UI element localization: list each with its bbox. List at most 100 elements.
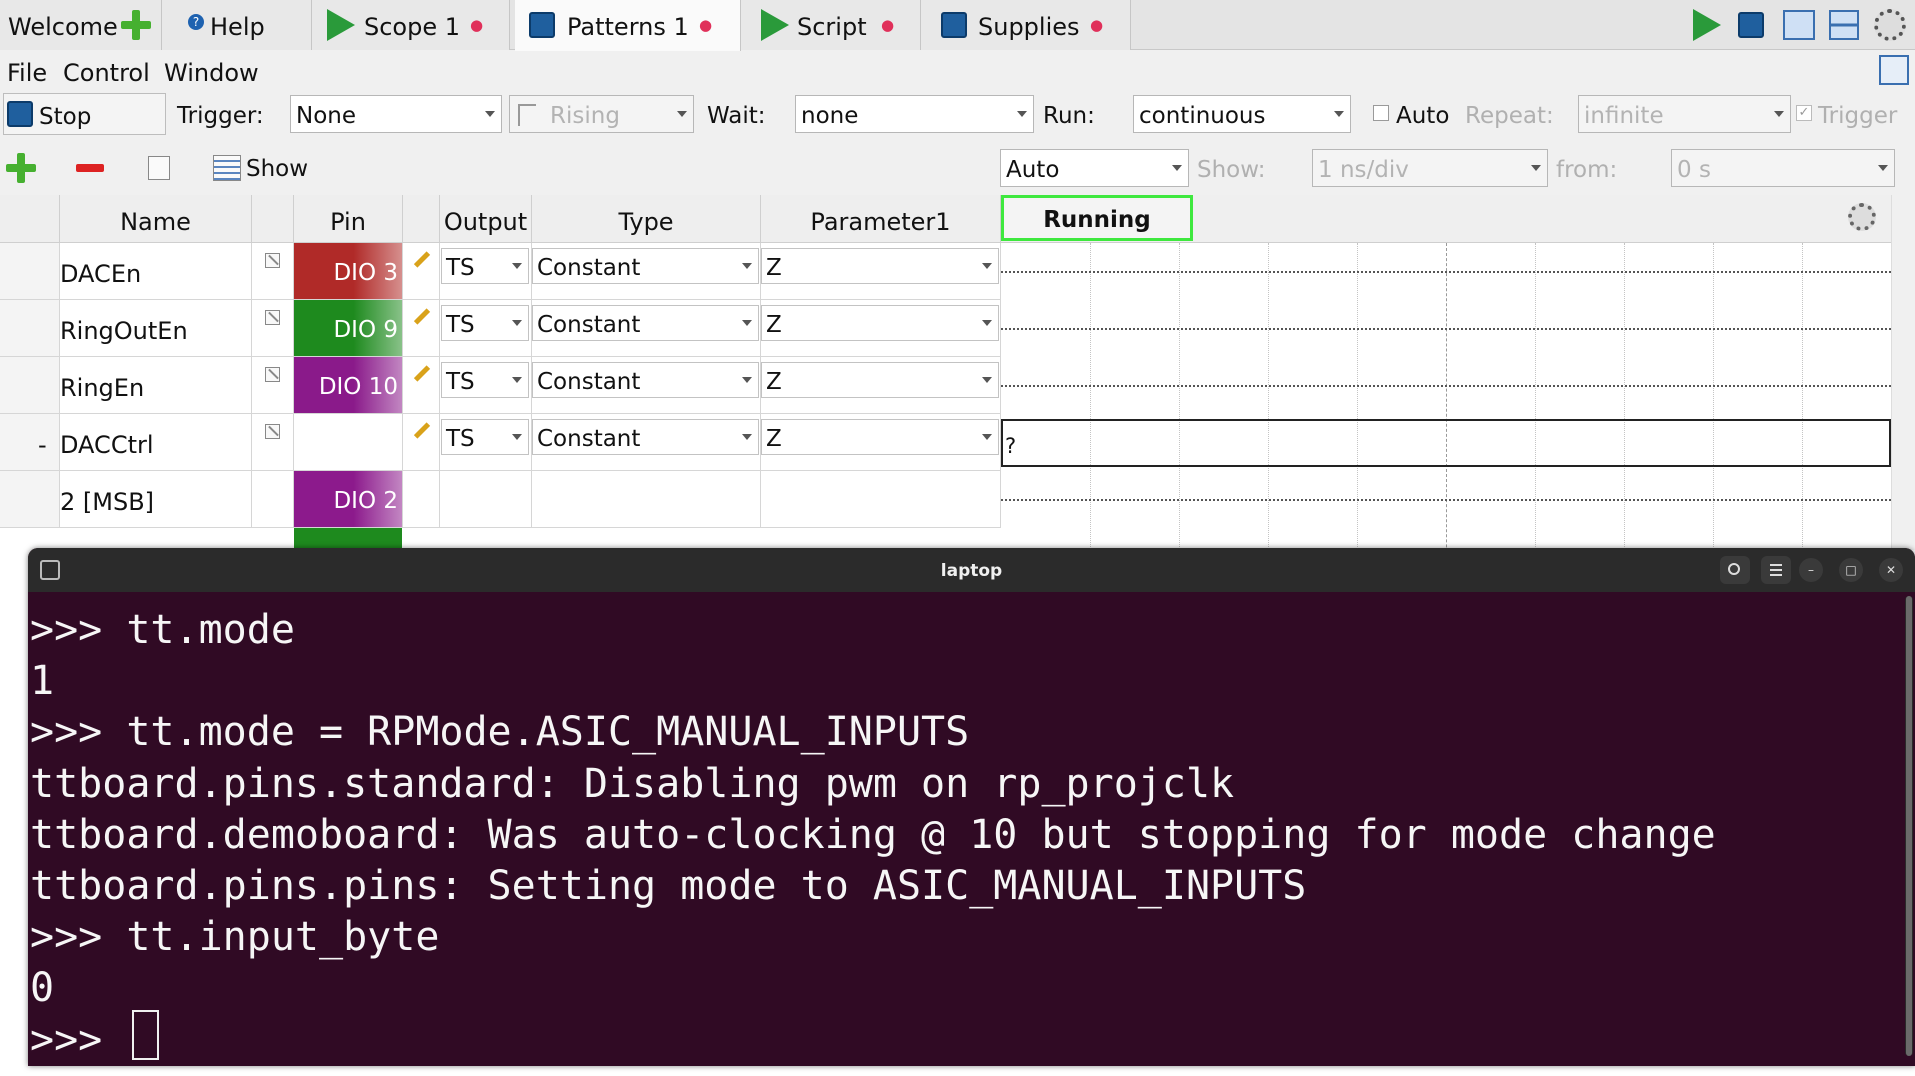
param-cell[interactable]: Z — [761, 414, 1001, 471]
auto-checkbox[interactable] — [1373, 105, 1389, 121]
param-cell[interactable]: Z — [761, 300, 1001, 357]
output-select[interactable]: TS — [441, 305, 529, 341]
row-expander[interactable]: - — [0, 414, 60, 471]
timebase-select[interactable]: 1 ns/div — [1312, 149, 1548, 187]
row-expander[interactable] — [0, 300, 60, 357]
remove-signal-icon[interactable] — [76, 164, 104, 172]
run-all-icon[interactable] — [1693, 9, 1721, 41]
signal-name-cell[interactable]: RingEn — [60, 357, 252, 414]
menu-file[interactable]: File — [7, 59, 47, 87]
edge-select[interactable]: Rising — [509, 95, 694, 133]
close-icon[interactable]: ✕ — [1879, 558, 1903, 582]
type-cell[interactable]: Constant — [532, 414, 761, 471]
table-row[interactable]: 2 [MSB] DIO 2 — [0, 471, 1001, 528]
hamburger-menu-icon[interactable] — [1761, 556, 1791, 584]
bus-waveform[interactable]: ? — [1001, 419, 1891, 467]
edit-name-icon[interactable] — [265, 424, 280, 439]
signal-waveform[interactable] — [1001, 385, 1891, 387]
tile-windows-icon[interactable] — [1829, 10, 1859, 40]
table-row[interactable]: RingOutEn DIO 9 TS Constant Z — [0, 300, 1001, 357]
menu-control[interactable]: Control — [63, 59, 150, 87]
show-label[interactable]: Show — [246, 156, 308, 182]
close-icon[interactable]: ● — [1090, 16, 1103, 34]
pin-edit-cell[interactable] — [403, 357, 440, 414]
row-expander[interactable] — [0, 243, 60, 300]
minimize-icon[interactable]: – — [1799, 558, 1823, 582]
pin-cell[interactable]: DIO 9 — [294, 300, 403, 357]
pin-cell[interactable]: DIO 10 — [294, 357, 403, 414]
search-icon[interactable] — [1720, 556, 1750, 584]
edit-icon[interactable] — [148, 156, 170, 180]
name-edit-cell[interactable] — [252, 471, 294, 528]
auto-select[interactable]: Auto — [1000, 149, 1189, 187]
table-row[interactable]: RingEn DIO 10 TS Constant Z — [0, 357, 1001, 414]
float-window-icon[interactable] — [1879, 55, 1909, 85]
maximize-icon[interactable]: □ — [1839, 558, 1863, 582]
pin-edit-cell[interactable] — [403, 414, 440, 471]
repeat-select[interactable]: infinite — [1578, 95, 1791, 133]
pencil-icon[interactable] — [413, 365, 431, 382]
edit-name-icon[interactable] — [265, 310, 280, 325]
table-row[interactable]: DACEn DIO 3 TS Constant Z — [0, 243, 1001, 300]
tab-help[interactable]: ? Help — [162, 0, 312, 50]
param-select[interactable]: Z — [761, 248, 999, 284]
param-cell[interactable]: Z — [761, 243, 1001, 300]
signal-name-cell[interactable]: RingOutEn — [60, 300, 252, 357]
edit-name-icon[interactable] — [265, 367, 280, 382]
close-icon[interactable]: ● — [699, 16, 712, 34]
edit-name-icon[interactable] — [265, 253, 280, 268]
output-select[interactable]: TS — [441, 419, 529, 455]
type-cell[interactable]: Constant — [532, 300, 761, 357]
type-select[interactable]: Constant — [532, 362, 759, 398]
name-edit-cell[interactable] — [252, 357, 294, 414]
plus-icon[interactable] — [121, 10, 151, 40]
pin-edit-cell[interactable] — [403, 300, 440, 357]
tab-patterns[interactable]: Patterns 1 ● — [515, 0, 741, 51]
type-select[interactable]: Constant — [532, 419, 759, 455]
terminal-titlebar[interactable]: laptop – □ ✕ — [28, 548, 1915, 592]
header-pin[interactable]: Pin — [294, 195, 403, 243]
signal-name-cell[interactable]: DACCtrl — [60, 414, 252, 471]
pin-cell[interactable]: DIO 3 — [294, 243, 403, 300]
trigger-select[interactable]: None — [290, 95, 502, 133]
param-select[interactable]: Z — [761, 305, 999, 341]
table-row[interactable]: - DACCtrl TS Constant Z — [0, 414, 1001, 471]
list-icon[interactable] — [213, 155, 241, 181]
pencil-icon[interactable] — [413, 251, 431, 268]
signal-name-cell[interactable]: DACEn — [60, 243, 252, 300]
menu-window[interactable]: Window — [164, 59, 259, 87]
header-param[interactable]: Parameter1 — [761, 195, 1001, 243]
output-cell[interactable]: TS — [440, 357, 532, 414]
stop-all-icon[interactable] — [1738, 12, 1764, 38]
output-cell[interactable]: TS — [440, 414, 532, 471]
row-expander[interactable] — [0, 471, 60, 528]
trigger-checkbox[interactable]: ✓ — [1796, 105, 1812, 121]
row-expander[interactable] — [0, 357, 60, 414]
stop-button[interactable]: Stop — [3, 93, 166, 135]
param-cell[interactable]: Z — [761, 357, 1001, 414]
pencil-icon[interactable] — [413, 308, 431, 325]
param-cell[interactable] — [761, 471, 1001, 528]
tab-script[interactable]: Script ● — [741, 0, 921, 50]
type-cell[interactable] — [532, 471, 761, 528]
type-select[interactable]: Constant — [532, 248, 759, 284]
pencil-icon[interactable] — [413, 422, 431, 439]
pin-edit-cell[interactable] — [403, 471, 440, 528]
output-select[interactable]: TS — [441, 362, 529, 398]
wait-select[interactable]: none — [795, 95, 1034, 133]
output-cell[interactable]: TS — [440, 300, 532, 357]
table-scrollbar[interactable] — [1891, 195, 1915, 550]
type-cell[interactable]: Constant — [532, 243, 761, 300]
terminal-window[interactable]: laptop – □ ✕ >>> tt.mode 1 >>> tt.mode = R… — [28, 548, 1915, 1066]
signal-waveform[interactable] — [1001, 271, 1891, 273]
name-edit-cell[interactable] — [252, 243, 294, 300]
tab-supplies[interactable]: Supplies ● — [921, 0, 1131, 50]
pin-cell[interactable]: DIO 2 — [294, 471, 403, 528]
tab-scope[interactable]: Scope 1 ● — [312, 0, 510, 50]
from-select[interactable]: 0 s — [1671, 149, 1895, 187]
close-icon[interactable]: ● — [881, 16, 894, 34]
param-select[interactable]: Z — [761, 419, 999, 455]
add-signal-icon[interactable] — [6, 153, 36, 183]
name-edit-cell[interactable] — [252, 414, 294, 471]
type-select[interactable]: Constant — [532, 305, 759, 341]
